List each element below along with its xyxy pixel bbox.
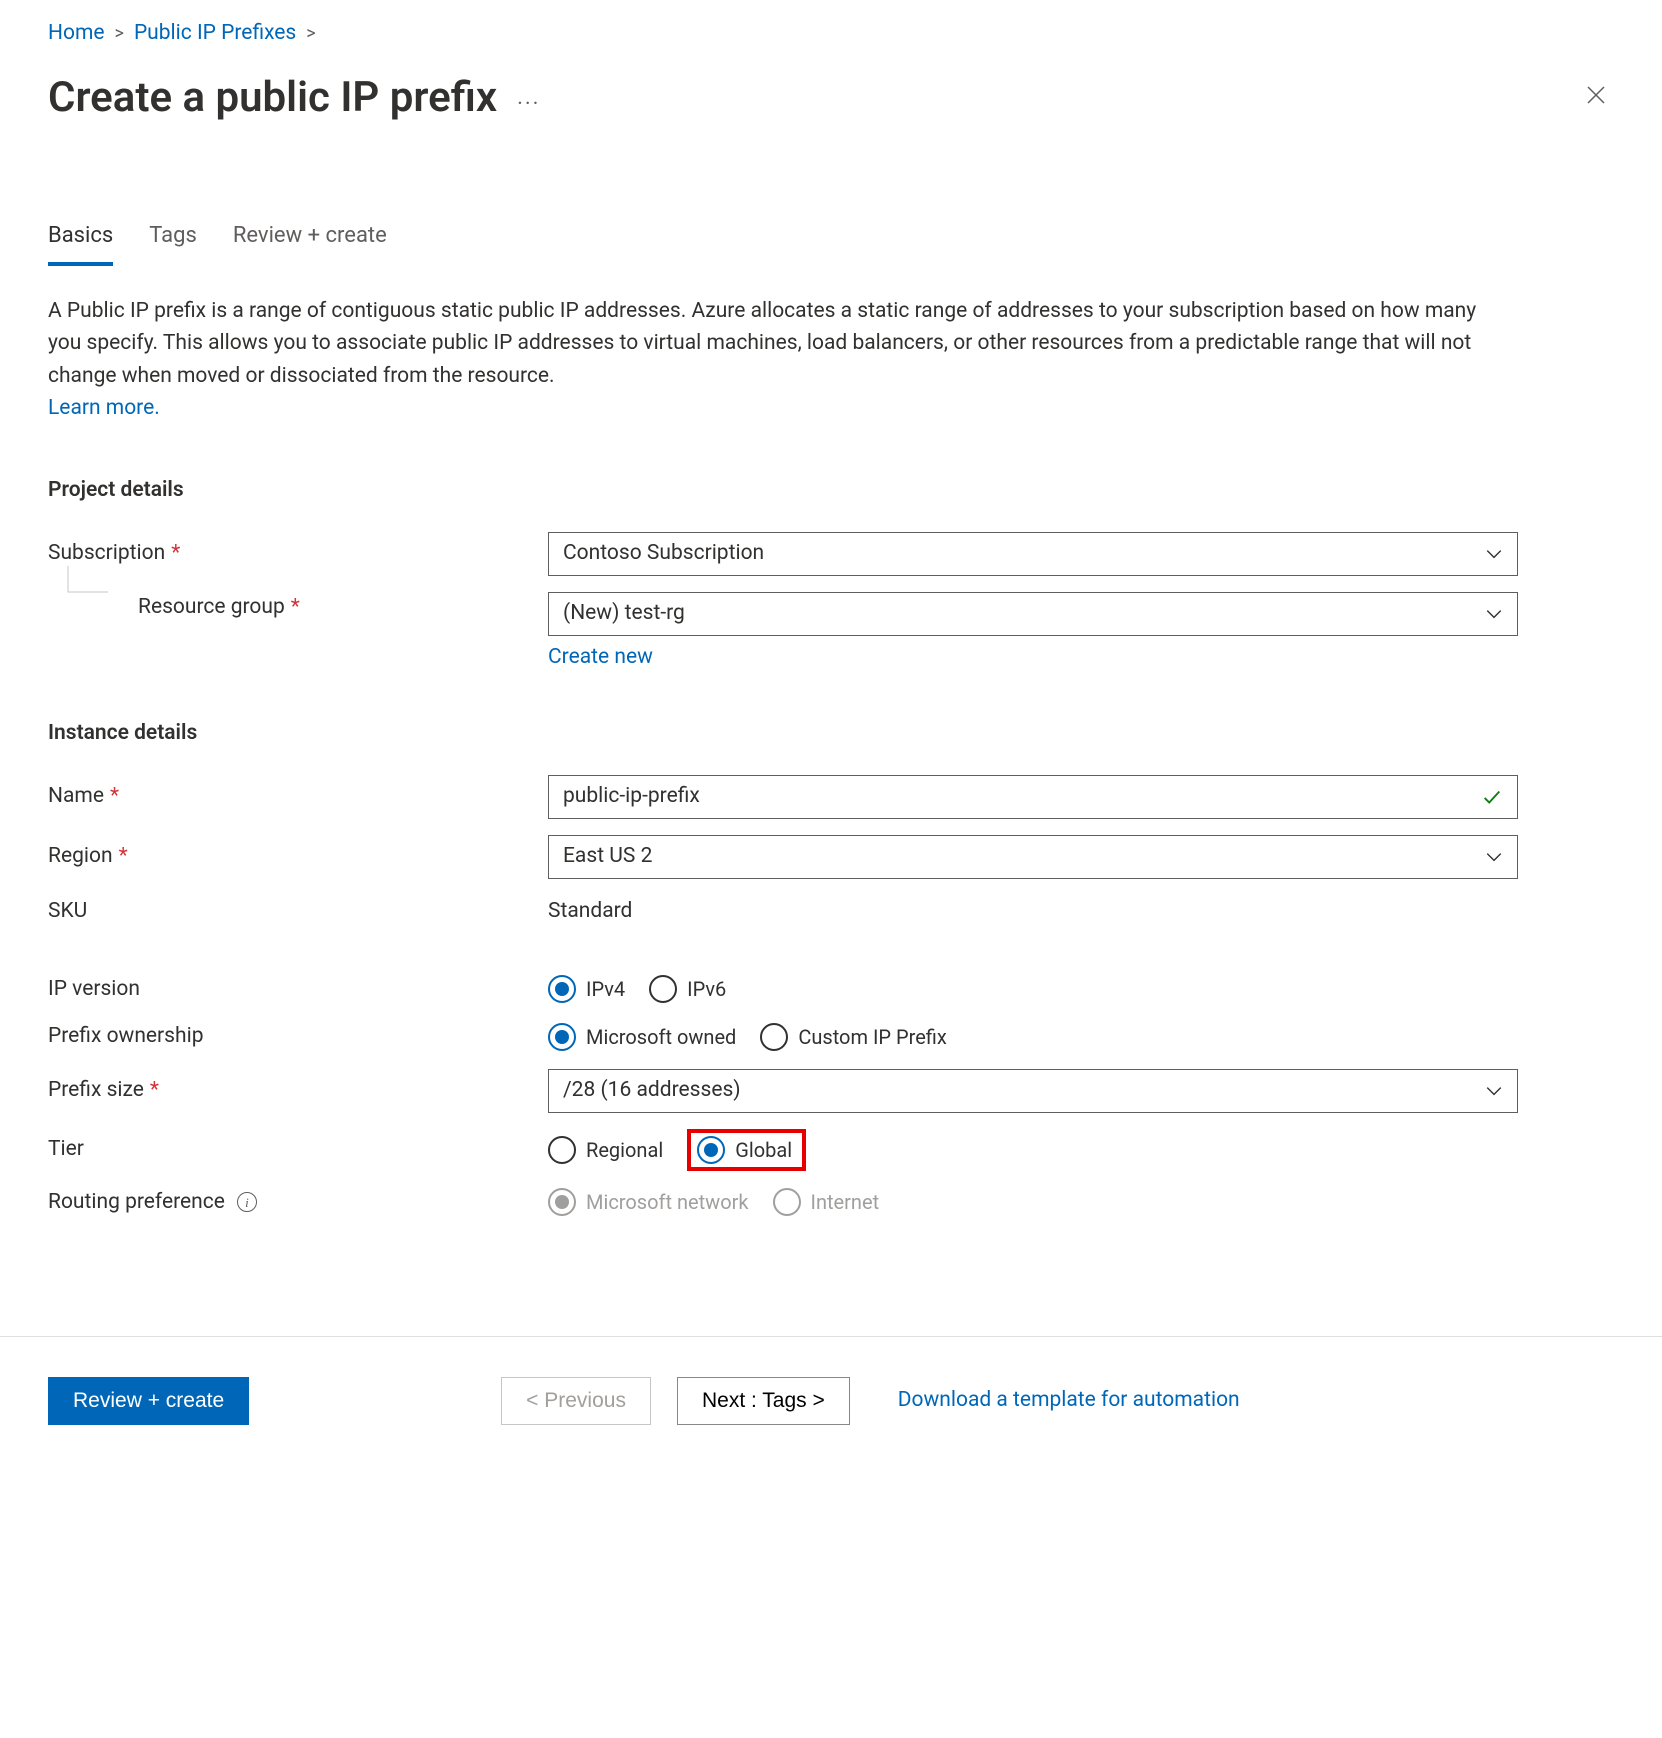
chevron-down-icon [1485, 1082, 1503, 1100]
breadcrumb-prefixes[interactable]: Public IP Prefixes [134, 18, 296, 50]
label-sku: SKU [48, 896, 548, 928]
label-tier: Tier [48, 1134, 548, 1166]
tab-tags[interactable]: Tags [149, 219, 197, 266]
radio-internet: Internet [773, 1187, 880, 1217]
radio-custom-prefix[interactable]: Custom IP Prefix [760, 1022, 946, 1052]
label-resource-group: Resource group* [48, 592, 548, 624]
radio-global[interactable]: Global [697, 1135, 792, 1165]
region-dropdown[interactable]: East US 2 [548, 835, 1518, 879]
chevron-down-icon [1485, 848, 1503, 866]
create-new-link[interactable]: Create new [548, 642, 653, 674]
radio-ipv6[interactable]: IPv6 [649, 974, 726, 1004]
radio-ipv4[interactable]: IPv4 [548, 974, 625, 1004]
next-button[interactable]: Next : Tags > [677, 1377, 850, 1425]
chevron-down-icon [1485, 605, 1503, 623]
download-template-link[interactable]: Download a template for automation [898, 1385, 1240, 1417]
sku-value: Standard [548, 899, 632, 923]
section-instance-details: Instance details [48, 718, 1614, 750]
learn-more-link[interactable]: Learn more. [48, 396, 160, 420]
label-prefix-ownership: Prefix ownership [48, 1021, 548, 1053]
more-actions-icon[interactable]: ··· [517, 88, 540, 121]
label-subscription: Subscription* [48, 538, 548, 570]
label-region: Region* [48, 841, 548, 873]
intro-text: A Public IP prefix is a range of contigu… [48, 295, 1478, 425]
label-routing-preference: Routing preference i [48, 1187, 548, 1219]
label-name: Name* [48, 781, 548, 813]
tab-review[interactable]: Review + create [233, 219, 387, 266]
info-icon[interactable]: i [237, 1192, 257, 1212]
breadcrumb-sep: > [306, 20, 315, 47]
label-ip-version: IP version [48, 974, 548, 1006]
label-prefix-size: Prefix size* [48, 1075, 548, 1107]
breadcrumb-sep: > [115, 20, 124, 47]
chevron-down-icon [1485, 545, 1503, 563]
radio-microsoft-network: Microsoft network [548, 1187, 749, 1217]
prefix-size-dropdown[interactable]: /28 (16 addresses) [548, 1069, 1518, 1113]
resource-group-dropdown[interactable]: (New) test-rg [548, 592, 1518, 636]
checkmark-icon [1481, 786, 1503, 808]
radio-regional[interactable]: Regional [548, 1135, 663, 1165]
breadcrumb-home[interactable]: Home [48, 18, 105, 50]
highlight-global: Global [687, 1129, 806, 1171]
previous-button: < Previous [501, 1377, 651, 1425]
breadcrumb: Home > Public IP Prefixes > [48, 18, 1614, 50]
review-create-button[interactable]: Review + create [48, 1377, 249, 1425]
radio-microsoft-owned[interactable]: Microsoft owned [548, 1022, 736, 1052]
page-title: Create a public IP prefix [48, 66, 497, 129]
section-project-details: Project details [48, 475, 1614, 507]
tab-basics[interactable]: Basics [48, 219, 113, 266]
name-input[interactable]: public-ip-prefix [548, 775, 1518, 819]
subscription-dropdown[interactable]: Contoso Subscription [548, 532, 1518, 576]
footer-bar: Review + create < Previous Next : Tags >… [0, 1336, 1662, 1465]
tabs: Basics Tags Review + create [48, 219, 1614, 267]
close-icon[interactable] [1578, 77, 1614, 118]
